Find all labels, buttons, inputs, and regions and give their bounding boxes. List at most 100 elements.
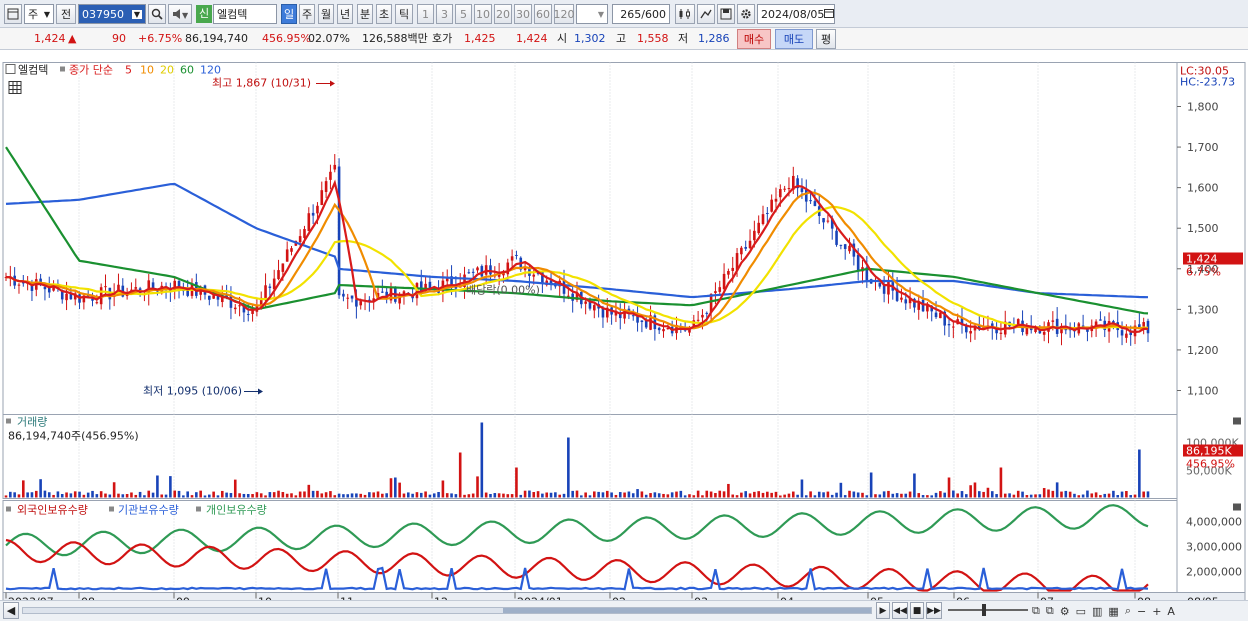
interval-custom-select[interactable]: ▼ [576,4,608,24]
stock-code-input[interactable]: 037950 ▼ [78,4,146,24]
layout-icon[interactable]: ▭ [1076,605,1086,618]
candle-body [826,220,830,222]
interval-10-button[interactable]: 10 [474,4,492,24]
volume-bar [463,494,466,498]
volume-bar [147,490,151,498]
candle-body [238,305,241,307]
volume-bar [688,494,691,498]
all-button[interactable]: 전 [56,4,76,24]
date-field[interactable]: 2024/08/05 [757,4,835,24]
volume-bar [631,493,635,498]
volume-bar [52,494,55,498]
candle-body [1042,331,1046,335]
zoom-out-icon[interactable]: − [1137,605,1146,618]
candle-body [281,263,285,272]
scrollbar-thumb[interactable] [503,608,871,613]
candle-body [381,291,384,293]
interval-30-button[interactable]: 30 [514,4,532,24]
period-minute-button[interactable]: 분 [357,4,373,24]
volume-bar [571,490,574,498]
volume-bar [770,492,773,498]
volume-bar [311,490,315,498]
draw-tool-icon[interactable] [697,4,715,24]
sell-button[interactable]: 매도 [775,29,813,49]
data-count-field[interactable]: 265 /600 [612,4,670,24]
table-view-icon[interactable] [8,81,22,94]
compare-alt-icon[interactable]: ⧉ [1046,604,1054,618]
legend-checkbox-icon[interactable] [5,64,16,74]
interval-120-button[interactable]: 120 [554,4,575,24]
volume-bar [1012,494,1016,498]
speaker-icon[interactable]: ▼ [168,4,192,24]
tool-icon[interactable]: ⚙ [1060,605,1070,618]
volume-bar [199,490,202,498]
rewind-icon[interactable]: ◀◀ [892,602,908,619]
close-volume-panel-icon[interactable] [1233,417,1241,425]
scroll-left-icon[interactable]: ◀ [3,602,19,619]
period-day-button[interactable]: 일 [281,4,297,24]
interval-1-button[interactable]: 1 [417,4,434,24]
period-month-button[interactable]: 월 [318,4,334,24]
candle-body [1099,319,1102,321]
volume-bar [1077,495,1081,498]
volume-bar [1081,494,1085,498]
gear-icon[interactable] [737,4,755,24]
interval-5-button[interactable]: 5 [455,4,472,24]
zoom-icon[interactable]: ⌕ [1125,604,1131,618]
buy-button[interactable]: 매수 [737,29,771,49]
close-holdings-panel-icon[interactable] [1233,503,1241,511]
volume-bar [272,492,276,498]
layout-split-icon[interactable]: ▥ [1092,605,1102,618]
volume-bar [47,492,51,498]
fast-forward-icon[interactable]: ▶▶ [926,602,942,619]
interval-3-button[interactable]: 3 [436,4,453,24]
hc-label: HC:-23.73 [1180,76,1235,89]
volume-bar [458,452,462,498]
volume-bar [558,494,561,498]
volume-bar [813,495,817,498]
candle-body [843,244,847,249]
period-week-button[interactable]: 주 [299,4,315,24]
volume-bar [804,495,808,498]
candle-type-icon[interactable] [675,4,695,24]
period-year-button[interactable]: 년 [337,4,353,24]
search-icon[interactable] [148,4,166,24]
layout-grid-icon[interactable]: ▦ [1108,605,1118,618]
volume-bar [182,495,185,498]
speed-slider[interactable] [948,604,1028,616]
high-annotation: 최고 1,867 (10/31) [212,77,311,90]
candle-body [804,189,808,202]
period-tick-button[interactable]: 틱 [395,4,413,24]
volume-bar [999,467,1003,498]
period-second-button[interactable]: 초 [376,4,392,24]
candle-body [779,189,782,198]
volume-bar [1129,495,1132,498]
candle-body [246,314,250,316]
stock-chart[interactable]: 1,8001,7001,6001,5001,4001,3001,2001,100… [0,50,1248,621]
save-icon[interactable] [717,4,735,24]
evaluate-button[interactable]: 평 [816,29,836,49]
zoom-in-icon[interactable]: + [1152,605,1161,618]
market-type-select[interactable]: 주 ▼ [24,4,54,24]
interval-20-button[interactable]: 20 [494,4,512,24]
window-icon[interactable] [4,4,22,24]
volume-bar [709,491,713,498]
speed-slider-thumb[interactable] [982,604,986,616]
volume-bar [982,491,985,498]
top-toolbar: 주 ▼ 전 037950 ▼ ▼ 신 엘컴텍 일 주 월 년 분 초 틱 1 3… [0,0,1248,28]
volume-bar [536,491,540,498]
chart-scrollbar[interactable] [22,607,872,614]
font-size-icon[interactable]: A [1167,605,1175,618]
volume-bar [484,492,488,498]
calendar-icon[interactable] [824,8,835,21]
volume-bar [934,492,938,498]
volume-bar [796,494,799,498]
play-icon[interactable]: ▶ [876,602,890,619]
compare-icon[interactable]: ⧉ [1032,604,1040,618]
volume-bar [515,467,518,498]
volume-bar [1086,490,1089,498]
stock-name-field[interactable]: 엘컴텍 [213,4,277,24]
stop-icon[interactable]: ■ [910,602,924,619]
interval-60-button[interactable]: 60 [534,4,552,24]
volume-bar [679,490,683,498]
